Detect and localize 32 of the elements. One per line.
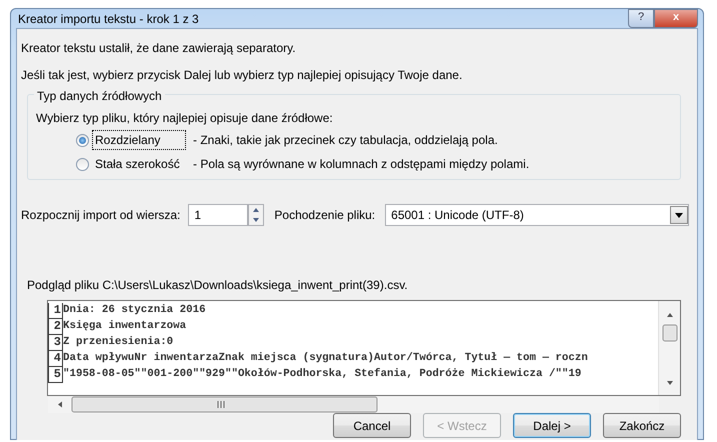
- intro-text: Jeśli tak jest, wybierz przycisk Dalej lub wybierz typ najlepiej opisujący Twoje dane.: [21, 67, 464, 84]
- dialog-button[interactable]: Zakończ: [603, 413, 681, 438]
- file-origin-dropdown[interactable]: 65001 : Unicode (UTF-8): [385, 204, 689, 226]
- radio-button[interactable]: [76, 158, 89, 170]
- radio-label[interactable]: Stała szerokość: [93, 155, 185, 173]
- preview-line: Dnia: 26 stycznia 2016: [63, 303, 206, 318]
- help-button[interactable]: ?: [628, 9, 654, 28]
- dropdown-arrow-icon: [675, 212, 683, 218]
- window-title: Kreator importu tekstu - krok 1 z 3: [18, 10, 199, 28]
- preview-line: Z przeniesienia:0: [63, 335, 174, 350]
- spin-buttons[interactable]: [248, 204, 264, 226]
- radio-button[interactable]: [76, 134, 89, 146]
- file-origin-label: Pochodzenie pliku:: [274, 207, 376, 224]
- line-number: 2: [48, 319, 63, 335]
- start-row-field[interactable]: 1: [188, 204, 248, 226]
- intro-text: Kreator tekstu ustalił, że dane zawierają separatory.: [21, 40, 297, 57]
- preview-line: Księga inwentarzowa: [63, 319, 186, 334]
- option-description: - Pola są wyrównane w kolumnach z odstępami między polami.: [193, 156, 530, 173]
- group-prompt: Wybierz typ pliku, który najlepiej opisuje dane źródłowe:: [36, 110, 334, 127]
- dialog-button[interactable]: Cancel: [333, 413, 411, 438]
- preview-label: Podgląd pliku C:\Users\Lukasz\Downloads\ksiega_inwent_print(39).csv.: [27, 277, 409, 294]
- radio-label[interactable]: Rozdzielany: [93, 131, 185, 149]
- start-row-label: Rozpocznij import od wiersza:: [21, 207, 180, 224]
- dialog-button[interactable]: Dalej >: [513, 413, 591, 438]
- line-number: 5: [48, 367, 63, 383]
- line-number: 3: [48, 335, 63, 351]
- line-number: 4: [48, 351, 63, 367]
- option-description: - Znaki, takie jak przecinek czy tabulacja, oddzielają pola.: [193, 132, 498, 149]
- preview-line: "1958-08-05""001-200""929""Okołów-Podhorska, Stefania, Podróże Mickiewicza /""19: [63, 367, 582, 382]
- line-number: 1: [48, 303, 63, 319]
- vertical-scrollbar[interactable]: [658, 301, 680, 395]
- preview-line: Data wpływuNr inwentarzaZnak miejsca (sygnatura)Autor/Twórca, Tytuł — tom — roczn: [63, 351, 588, 366]
